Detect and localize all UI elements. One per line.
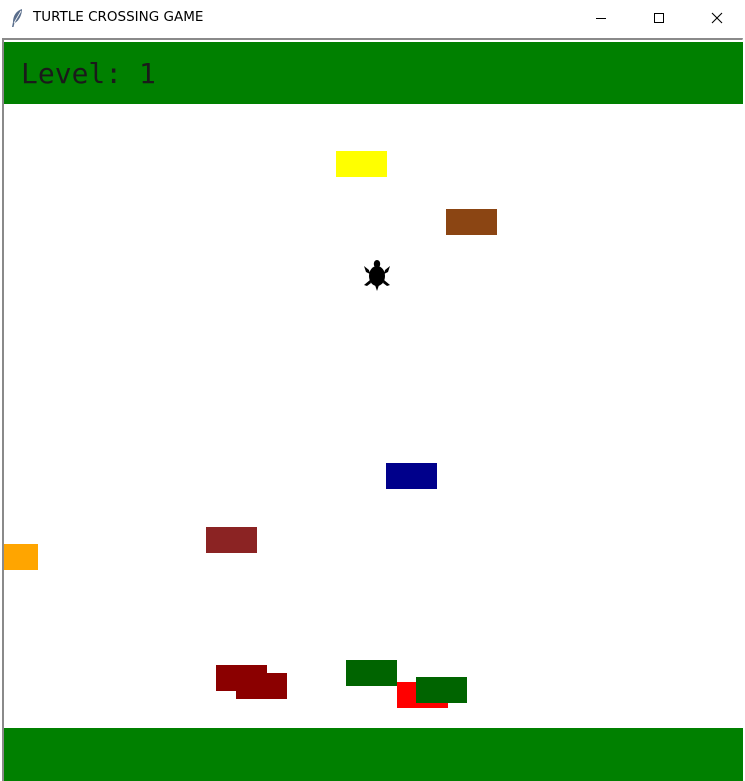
car — [336, 151, 387, 177]
close-button[interactable] — [688, 0, 745, 36]
game-window: TURTLE CROSSING GAME Level: 1 — [0, 0, 745, 781]
minimize-button[interactable] — [572, 0, 630, 36]
level-label: Level: 1 — [21, 57, 156, 90]
car — [206, 527, 257, 553]
car — [386, 463, 437, 489]
maximize-icon — [654, 13, 664, 23]
title-bar[interactable]: TURTLE CROSSING GAME — [0, 0, 745, 36]
maximize-button[interactable] — [630, 0, 688, 36]
car — [346, 660, 397, 686]
car — [4, 544, 38, 570]
game-canvas[interactable]: Level: 1 — [4, 40, 743, 781]
finish-zone: Level: 1 — [4, 42, 743, 104]
car — [446, 209, 497, 235]
feather-icon — [12, 9, 22, 27]
window-title: TURTLE CROSSING GAME — [33, 9, 204, 25]
minimize-icon — [596, 18, 606, 19]
car — [236, 673, 287, 699]
car — [416, 677, 467, 703]
turtle-player — [364, 260, 390, 291]
close-icon — [711, 12, 723, 24]
start-zone — [4, 728, 743, 781]
